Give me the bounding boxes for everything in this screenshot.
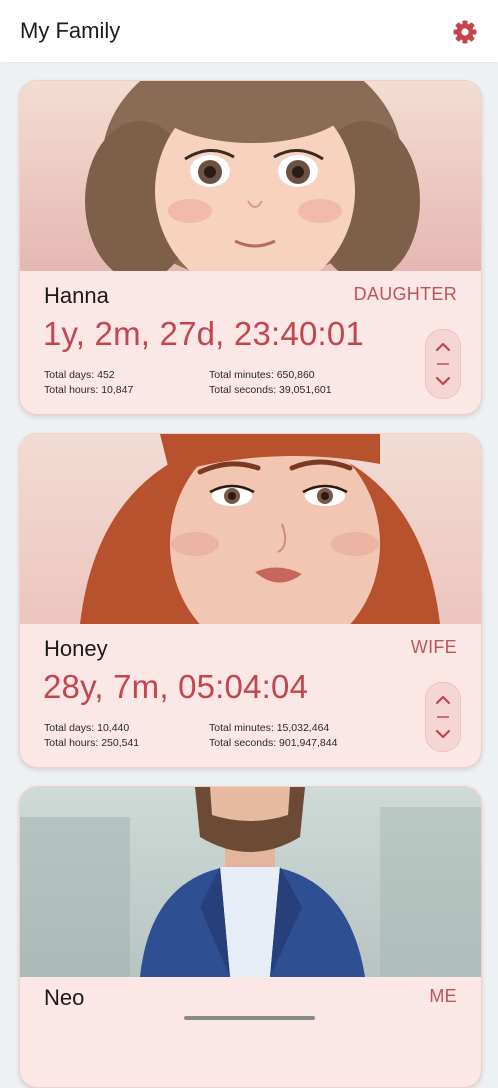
total-days: Total days: 452 bbox=[44, 369, 115, 381]
total-hours: Total hours: 10,847 bbox=[44, 384, 134, 396]
member-photo bbox=[20, 787, 481, 977]
family-member-card-hanna[interactable]: Hanna DAUGHTER 1y, 2m, 27d, 23:40:01 Tot… bbox=[19, 80, 482, 415]
member-duration: 28y, 7m, 05:04:04 bbox=[43, 668, 309, 705]
member-relation: WIFE bbox=[410, 637, 457, 657]
stepper-down-button[interactable] bbox=[426, 366, 460, 396]
member-duration: 1y, 2m, 27d, 23:40:01 bbox=[43, 315, 364, 352]
stepper-divider bbox=[437, 363, 449, 365]
settings-button[interactable] bbox=[451, 18, 479, 46]
chevron-up-icon bbox=[435, 695, 451, 705]
page-title: My Family bbox=[20, 18, 121, 43]
chevron-down-icon bbox=[435, 376, 451, 386]
gear-icon bbox=[453, 20, 477, 44]
total-seconds: Total seconds: 39,051,601 bbox=[209, 384, 332, 396]
unit-stepper bbox=[425, 682, 461, 752]
member-info: Hanna DAUGHTER 1y, 2m, 27d, 23:40:01 Tot… bbox=[20, 271, 481, 414]
chevron-down-icon bbox=[435, 729, 451, 739]
member-relation: ME bbox=[429, 986, 457, 1006]
total-minutes: Total minutes: 650,860 bbox=[209, 369, 315, 381]
member-photo bbox=[20, 434, 481, 624]
total-days: Total days: 10,440 bbox=[44, 722, 130, 734]
member-name: Honey bbox=[44, 636, 108, 661]
total-hours: Total hours: 250,541 bbox=[44, 737, 140, 749]
family-member-card-honey[interactable]: Honey WIFE 28y, 7m, 05:04:04 Total days:… bbox=[19, 433, 482, 768]
member-name: Hanna bbox=[44, 283, 109, 308]
stepper-up-button[interactable] bbox=[426, 332, 460, 362]
member-info: Neo ME bbox=[20, 977, 481, 1087]
family-member-card-neo[interactable]: Neo ME bbox=[19, 786, 482, 1088]
unit-stepper bbox=[425, 329, 461, 399]
app-bar: My Family bbox=[0, 0, 498, 62]
stepper-up-button[interactable] bbox=[426, 685, 460, 715]
member-relation: DAUGHTER bbox=[353, 284, 457, 304]
chevron-up-icon bbox=[435, 342, 451, 352]
member-name: Neo bbox=[44, 985, 85, 1010]
stepper-down-button[interactable] bbox=[426, 719, 460, 749]
member-photo bbox=[20, 81, 481, 271]
member-info: Honey WIFE 28y, 7m, 05:04:04 Total days:… bbox=[20, 624, 481, 767]
total-seconds: Total seconds: 901,947,844 bbox=[209, 737, 338, 749]
gesture-nav-handle bbox=[184, 1016, 315, 1020]
stepper-divider bbox=[437, 716, 449, 718]
total-minutes: Total minutes: 15,032,464 bbox=[209, 722, 330, 734]
